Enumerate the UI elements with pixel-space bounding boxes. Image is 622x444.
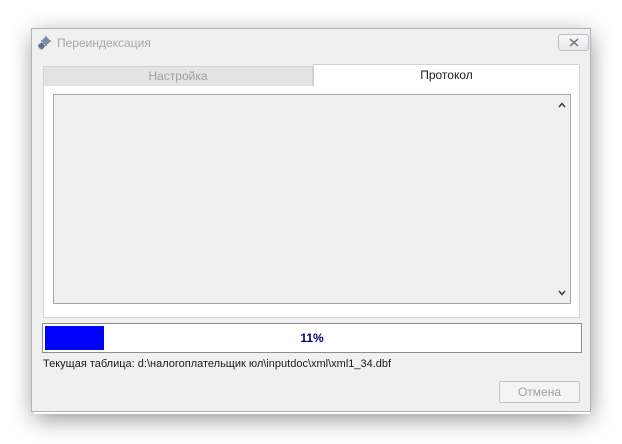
tab-settings[interactable]: Настройка <box>43 66 313 86</box>
tab-protocol[interactable]: Протокол <box>313 64 580 86</box>
log-scrollbar[interactable] <box>554 95 570 303</box>
reindex-dialog: Переиндексация Настройка Протокол 11% Те… <box>31 28 591 412</box>
close-icon <box>569 38 579 47</box>
close-button[interactable] <box>558 34 589 51</box>
progress-bar: 11% <box>42 323 582 353</box>
scroll-down-button[interactable] <box>554 285 570 301</box>
window-title: Переиндексация <box>57 36 151 50</box>
gears-icon <box>38 36 51 50</box>
log-textarea[interactable] <box>53 94 571 304</box>
protocol-panel <box>43 86 580 318</box>
scroll-up-button[interactable] <box>554 97 570 113</box>
title-bar[interactable]: Переиндексация <box>32 29 590 57</box>
progress-label: 11% <box>300 331 324 345</box>
cancel-button[interactable]: Отмена <box>499 381 580 403</box>
current-table-status: Текущая таблица: d:\налогоплательщик юл\… <box>43 358 392 370</box>
chevron-up-icon <box>558 102 566 108</box>
chevron-down-icon <box>558 290 566 296</box>
tab-strip: Настройка Протокол <box>43 64 580 86</box>
